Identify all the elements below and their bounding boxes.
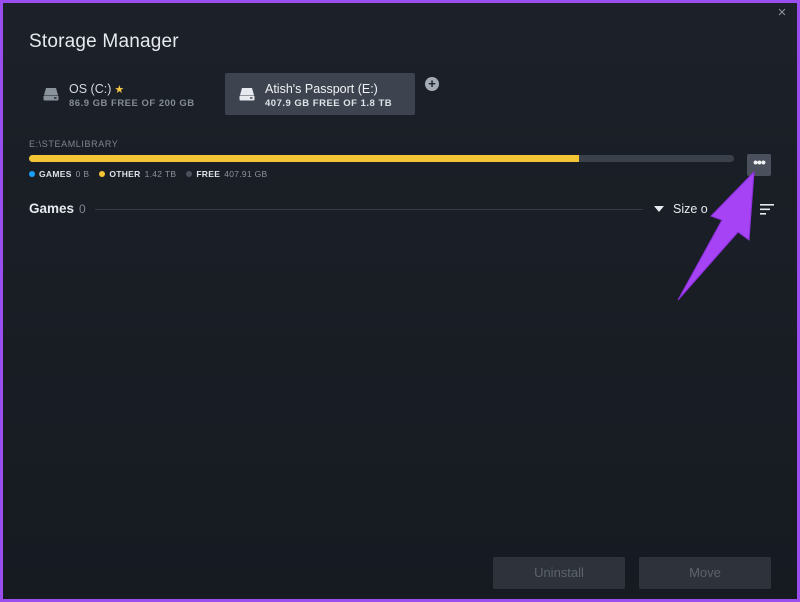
games-dot-icon xyxy=(29,171,35,177)
sort-dropdown-caret-icon[interactable] xyxy=(654,206,664,212)
legend-label: GAMES xyxy=(39,169,72,179)
other-dot-icon xyxy=(99,171,106,177)
free-dot-icon xyxy=(186,171,193,177)
legend-other: OTHER 1.42 TB xyxy=(99,169,176,179)
drive-name: Atish's Passport (E:) xyxy=(265,82,378,96)
usage-legend: GAMES 0 B OTHER 1.42 TB FREE 407.91 GB xyxy=(29,169,268,179)
legend-label: OTHER xyxy=(109,169,141,179)
divider xyxy=(95,209,643,210)
ellipsis-icon: ••• xyxy=(753,154,766,170)
plus-icon: + xyxy=(428,76,436,91)
drive-name-text: OS (C:) xyxy=(69,82,112,96)
legend-free: FREE 407.91 GB xyxy=(186,169,267,179)
sort-by-dropdown[interactable]: Size o xyxy=(673,202,708,216)
add-drive-button[interactable]: + xyxy=(425,77,439,91)
storage-manager-window: × Storage Manager OS (C:) ★ 86.9 GB FREE … xyxy=(3,3,797,599)
storage-usage-bar xyxy=(29,155,734,162)
star-icon: ★ xyxy=(114,84,125,96)
legend-value: 407.91 GB xyxy=(224,169,268,179)
games-label: Games xyxy=(29,201,75,216)
drive-name: OS (C:) ★ xyxy=(69,82,124,96)
window-title: Storage Manager xyxy=(29,31,179,52)
legend-value: 1.42 TB xyxy=(144,169,177,179)
legend-games: GAMES 0 B xyxy=(29,169,89,179)
drive-icon xyxy=(239,88,255,101)
games-header: Games 0 Size o xyxy=(29,199,774,219)
sort-order-icon[interactable] xyxy=(760,204,774,215)
close-icon: × xyxy=(777,4,787,21)
library-path: E:\STEAMLIBRARY xyxy=(29,139,119,149)
drive-free-space: 86.9 GB FREE OF 200 GB xyxy=(69,98,195,109)
move-button[interactable]: Move xyxy=(639,557,771,589)
legend-label: FREE xyxy=(196,169,221,179)
drive-icon xyxy=(43,88,59,101)
close-button[interactable]: × xyxy=(774,5,790,21)
legend-value: 0 B xyxy=(75,169,90,179)
uninstall-button[interactable]: Uninstall xyxy=(493,557,625,589)
drive-free-space: 407.9 GB FREE OF 1.8 TB xyxy=(265,98,393,109)
usage-other-segment xyxy=(29,155,579,162)
more-options-button[interactable]: ••• xyxy=(747,154,771,176)
games-count: 0 xyxy=(79,202,86,216)
drive-tab-e[interactable]: Atish's Passport (E:) 407.9 GB FREE OF 1… xyxy=(225,73,415,115)
drive-tab-c[interactable]: OS (C:) ★ 86.9 GB FREE OF 200 GB xyxy=(29,73,217,115)
